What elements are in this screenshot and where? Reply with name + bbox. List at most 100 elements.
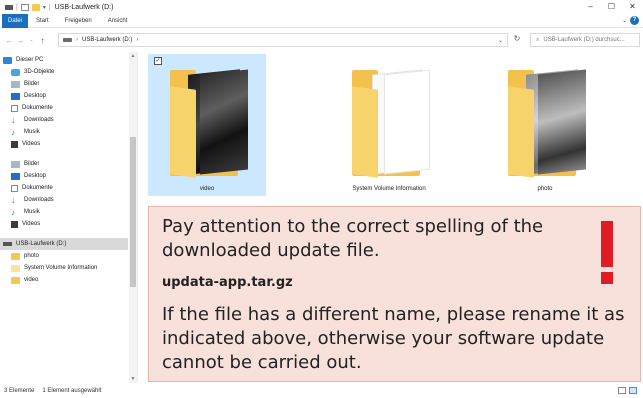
search-icon: ⌕ — [536, 36, 540, 43]
sidebar-item-usb-laufwerk[interactable]: USB-Laufwerk (D:) — [0, 238, 128, 250]
sidebar-item-video[interactable]: video — [0, 274, 128, 286]
recent-locations-icon[interactable]: ⌄ — [26, 37, 37, 43]
breadcrumb-separator-icon[interactable]: › — [76, 37, 78, 43]
folder-label: video — [199, 186, 215, 192]
folder-icon — [11, 264, 20, 272]
help-icon[interactable]: ? — [630, 16, 639, 25]
search-input[interactable]: ⌕ USB-Laufwerk (D:) durchsuc... — [530, 33, 640, 47]
folder-item-photo[interactable]: photo — [486, 54, 604, 196]
customize-toolbar-icon[interactable]: ▾ — [43, 4, 46, 11]
sidebar-item-label: System Volume Information — [24, 265, 98, 271]
sidebar-item-musik[interactable]: ♪ Musik — [0, 206, 128, 218]
sidebar-item-label: Videos — [22, 221, 41, 227]
sidebar-item-label: Bilder — [24, 161, 40, 167]
sidebar-item-label: Downloads — [24, 197, 54, 203]
documents-icon — [11, 104, 18, 112]
system-menu-icon[interactable] — [5, 4, 13, 10]
details-view-icon[interactable] — [618, 387, 626, 394]
tab-start[interactable]: Start — [28, 14, 57, 28]
minimize-button[interactable]: – — [580, 0, 601, 14]
usb-drive-icon — [3, 242, 12, 246]
video-icon — [11, 220, 18, 228]
title-bar: | ▾ | USB-Laufwerk (D:) – ☐ ✕ — [0, 0, 643, 14]
search-placeholder: USB-Laufwerk (D:) durchsuc... — [543, 37, 625, 43]
sidebar-item-label: Dieser PC — [16, 57, 44, 63]
forward-arrow-icon[interactable]: → — [15, 36, 26, 45]
folder-thumbnail-icon — [508, 68, 586, 178]
back-arrow-icon[interactable]: ← — [4, 36, 15, 45]
sidebar-item-label: Musik — [24, 129, 40, 135]
sidebar-item-downloads[interactable]: ↓ Downloads — [0, 194, 128, 206]
sidebar-item-label: 3D-Objekte — [24, 69, 55, 75]
sidebar-item-dieser-pc[interactable]: Dieser PC — [0, 54, 128, 66]
sidebar-item-photo[interactable]: photo — [0, 250, 128, 262]
usb-drive-icon — [63, 38, 72, 42]
music-icon: ♪ — [11, 207, 15, 217]
new-folder-icon[interactable] — [31, 3, 40, 11]
expand-ribbon-icon[interactable]: ⌄ — [622, 17, 627, 24]
address-dropdown-icon[interactable]: ⌄ — [498, 37, 503, 44]
item-count: 3 Elemente — [4, 388, 35, 394]
sidebar-item-videos[interactable]: Videos — [0, 138, 128, 150]
folder-icon — [11, 252, 20, 260]
download-icon: ↓ — [11, 194, 16, 205]
sidebar-item-dokumente[interactable]: Dokumente — [0, 102, 128, 114]
notice-filename: updata-app.tar.gz — [162, 275, 293, 290]
scroll-down-icon[interactable]: ▼ — [129, 376, 137, 382]
sidebar-item-label: video — [24, 277, 39, 283]
sidebar-scrollbar[interactable]: ▲ ▼ — [129, 52, 137, 383]
breadcrumb-separator-icon[interactable]: › — [136, 37, 138, 43]
sidebar-item-label: Downloads — [24, 117, 54, 123]
sidebar-item-label: Dokumente — [22, 185, 53, 191]
sidebar-item-dokumente[interactable]: Dokumente — [0, 182, 128, 194]
desktop-icon — [11, 92, 20, 100]
folder-item-video[interactable]: ✓ video — [148, 54, 266, 196]
close-button[interactable]: ✕ — [622, 0, 643, 14]
pc-icon — [3, 56, 12, 64]
pictures-icon — [11, 80, 20, 88]
maximize-button[interactable]: ☐ — [601, 0, 622, 14]
folder-label: System Volume Information — [352, 186, 426, 192]
sidebar-item-desktop[interactable]: Desktop — [0, 170, 128, 182]
refresh-icon[interactable]: ↻ — [510, 34, 524, 46]
sidebar-item-musik[interactable]: ♪ Musik — [0, 126, 128, 138]
folder-thumbnail-icon — [352, 68, 430, 178]
folder-icon — [11, 276, 20, 284]
sidebar-item-videos[interactable]: Videos — [0, 218, 128, 230]
large-icons-view-icon[interactable] — [629, 387, 637, 394]
sidebar-item-label: Dokumente — [22, 105, 53, 111]
music-icon: ♪ — [11, 127, 15, 137]
sidebar-item-downloads[interactable]: ↓ Downloads — [0, 114, 128, 126]
tab-freigeben[interactable]: Freigeben — [57, 14, 100, 28]
up-arrow-icon[interactable]: ↑ — [37, 36, 48, 45]
sidebar-item-bilder[interactable]: Bilder — [0, 78, 128, 90]
tab-ansicht[interactable]: Ansicht — [100, 14, 136, 28]
navigation-pane: Dieser PC 3D-Objekte Bilder Desktop Doku… — [0, 52, 138, 383]
window-title: USB-Laufwerk (D:) — [54, 3, 114, 11]
notice-instruction: If the file has a different name, please… — [162, 304, 625, 373]
sidebar-item-bilder[interactable]: Bilder — [0, 158, 128, 170]
sidebar-item-label: Videos — [22, 141, 41, 147]
sidebar-item-label: Desktop — [24, 93, 47, 99]
notice-box: Pay attention to the correct spelling of… — [148, 206, 641, 382]
ribbon-tabs: Datei Start Freigeben Ansicht ⌄ ? — [0, 13, 643, 28]
notice-message: Pay attention to the correct spelling of… — [162, 216, 544, 261]
folder-item-system-volume-information[interactable]: System Volume Information — [330, 54, 448, 196]
sidebar-item-label: USB-Laufwerk (D:) — [16, 241, 67, 247]
video-icon — [11, 140, 18, 148]
properties-icon[interactable] — [20, 3, 29, 11]
selection-checkbox[interactable]: ✓ — [154, 57, 162, 65]
sidebar-item-3d-objekte[interactable]: 3D-Objekte — [0, 66, 128, 78]
tab-datei[interactable]: Datei — [2, 13, 29, 28]
scrollbar-thumb[interactable] — [130, 137, 136, 287]
documents-icon — [11, 184, 18, 192]
folder-label: photo — [537, 186, 553, 192]
breadcrumb-usb-drive[interactable]: USB-Laufwerk (D:) — [82, 37, 132, 43]
window-controls: – ☐ ✕ — [580, 0, 643, 14]
scroll-up-icon[interactable]: ▲ — [129, 53, 137, 59]
status-bar: 3 Elemente 1 Element ausgewählt — [0, 384, 643, 398]
sidebar-item-desktop[interactable]: Desktop — [0, 90, 128, 102]
3d-objects-icon — [11, 68, 20, 76]
sidebar-item-system-volume-information[interactable]: System Volume Information — [0, 262, 128, 274]
address-bar[interactable]: › USB-Laufwerk (D:) › ⌄ — [58, 33, 508, 47]
